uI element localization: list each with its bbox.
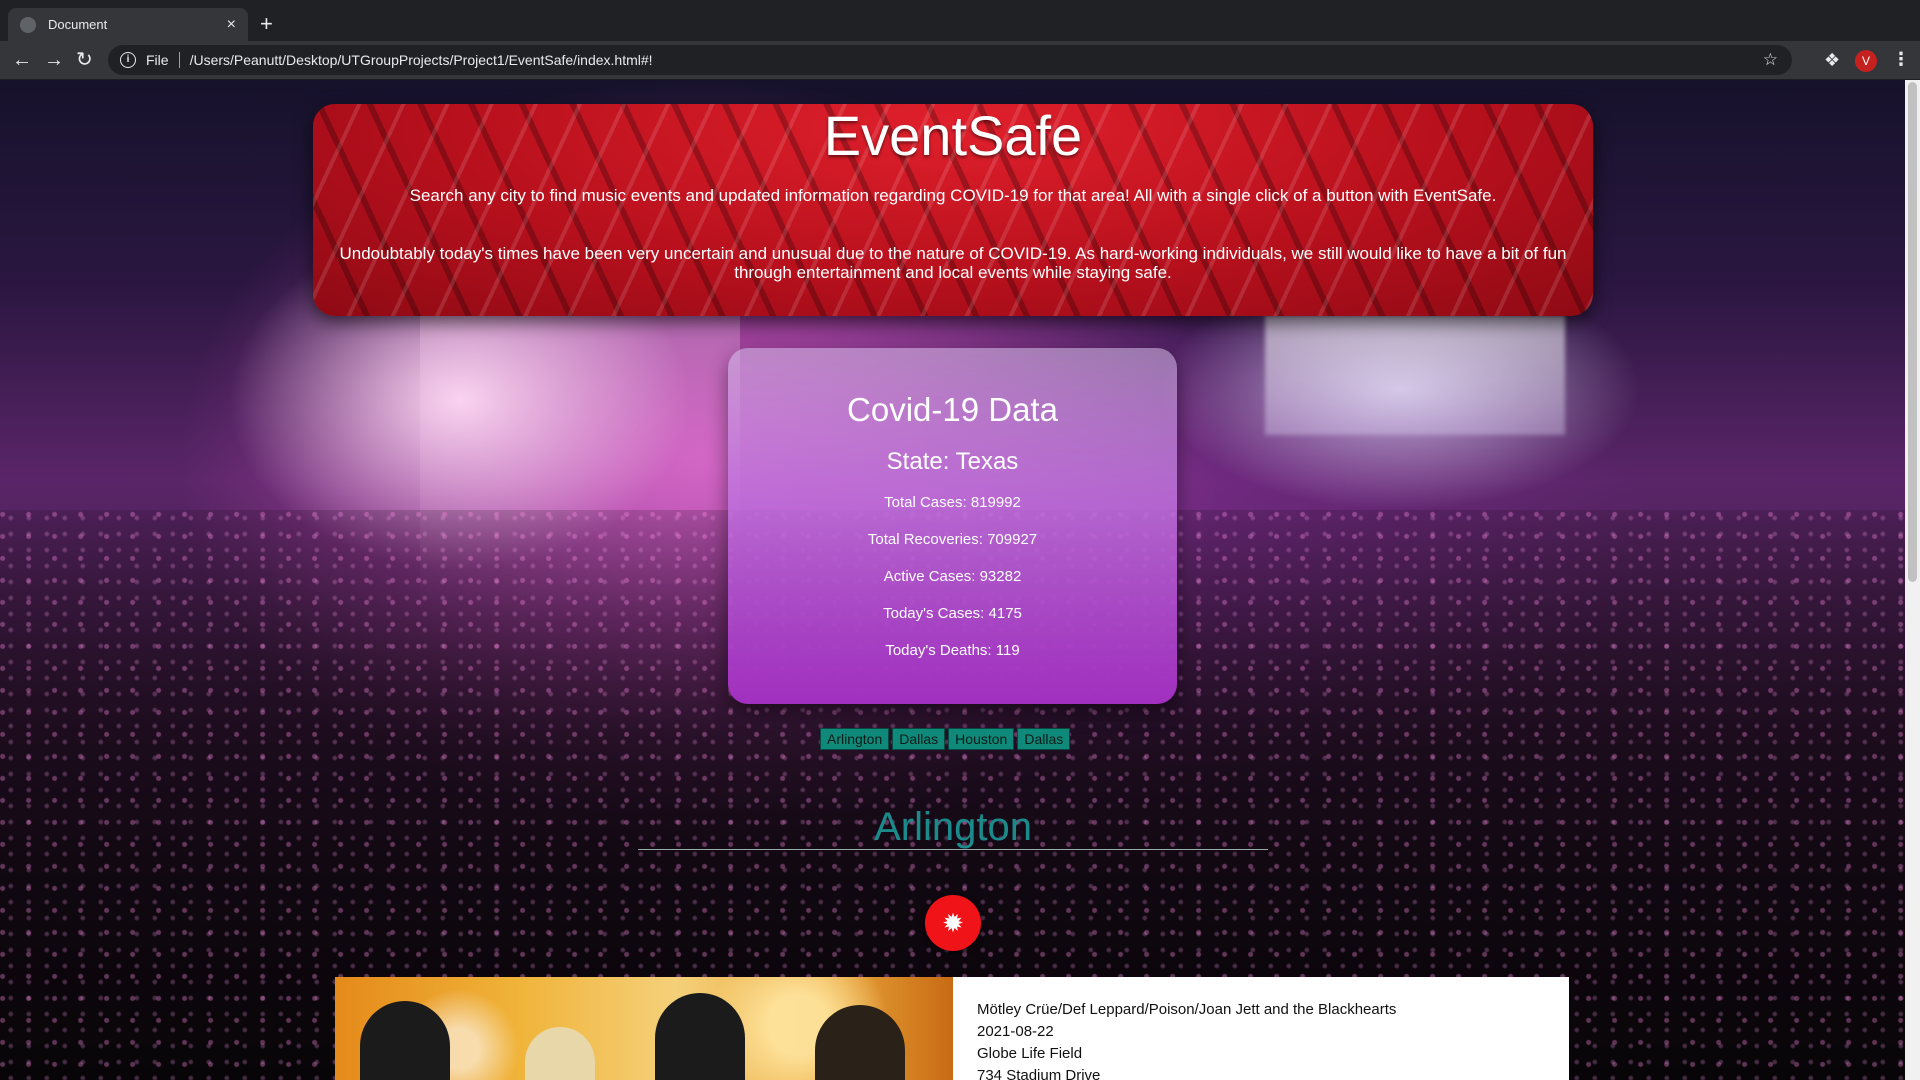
event-image-figure [525, 1027, 595, 1080]
todays-deaths: Today's Deaths: 119 [885, 642, 1020, 659]
globe-icon [20, 16, 36, 33]
city-button-arlington[interactable]: Arlington [820, 728, 890, 750]
event-address: 734 Stadium Drive [977, 1067, 1101, 1080]
scrollbar-thumb[interactable] [1908, 82, 1917, 582]
divider [178, 52, 180, 68]
event-info: Mötley Crüe/Def Leppard/Poison/Joan Jett… [977, 999, 1396, 1080]
menu-icon[interactable]: ⋮ [1892, 49, 1910, 70]
site-header: EventSafe Search any city to find music … [313, 104, 1593, 316]
url-text[interactable]: /Users/Peanutt/Desktop/UTGroupProjects/P… [190, 52, 653, 68]
reload-icon[interactable]: ↻ [76, 49, 93, 71]
back-icon[interactable]: ← [12, 49, 32, 71]
new-tab-button[interactable]: + [260, 12, 273, 36]
file-chip[interactable]: File [146, 52, 169, 68]
covid-heading: Covid-19 Data [847, 391, 1058, 428]
covid-data-card: Covid-19 Data State: Texas Total Cases: … [728, 348, 1177, 704]
city-heading: Arlington [874, 805, 1032, 849]
page-viewport: EventSafe Search any city to find music … [0, 80, 1905, 1080]
forward-icon[interactable]: → [44, 49, 64, 71]
site-intro: Undoubtably today's times have been very… [339, 244, 1567, 282]
event-image-figure [815, 1005, 905, 1080]
todays-cases: Today's Cases: 4175 [883, 605, 1022, 622]
active-cases: Active Cases: 93282 [883, 568, 1022, 585]
site-tagline: Search any city to find music events and… [409, 186, 1497, 205]
browser-tab[interactable]: Document × [8, 8, 248, 41]
page-scrollbar[interactable] [1905, 80, 1920, 1080]
city-button-dallas-2[interactable]: Dallas [1017, 728, 1071, 750]
total-recoveries: Total Recoveries: 709927 [867, 531, 1038, 548]
event-card: Mötley Crüe/Def Leppard/Poison/Joan Jett… [335, 977, 1569, 1080]
city-button-dallas[interactable]: Dallas [892, 728, 946, 750]
event-venue: Globe Life Field [977, 1045, 1083, 1062]
event-date: 2021-08-22 [977, 1023, 1054, 1040]
divider [638, 849, 1268, 850]
covid-state: State: Texas [886, 448, 1019, 475]
event-image [335, 977, 953, 1080]
browser-tab-strip: Document × + [0, 0, 1920, 41]
settings-burst-icon[interactable]: ✹ [925, 895, 981, 951]
extensions-icon[interactable]: ❖ [1824, 50, 1840, 71]
browser-toolbar: ← → ↻ i File /Users/Peanutt/Desktop/UTGr… [0, 41, 1920, 80]
tab-title: Document [48, 17, 108, 32]
star-icon[interactable]: ☆ [1763, 50, 1778, 70]
event-image-figure [360, 1001, 450, 1080]
site-title: EventSafe [823, 104, 1083, 167]
city-button-houston[interactable]: Houston [948, 728, 1015, 750]
info-icon[interactable]: i [120, 52, 136, 68]
address-bar[interactable]: i File /Users/Peanutt/Desktop/UTGroupPro… [108, 45, 1792, 75]
profile-avatar[interactable]: V [1855, 50, 1877, 72]
background-stage-screen [1265, 315, 1565, 435]
search-history-buttons: Arlington Dallas Houston Dallas [820, 728, 1071, 750]
event-name: Mötley Crüe/Def Leppard/Poison/Joan Jett… [977, 1001, 1397, 1018]
event-image-figure [655, 993, 745, 1080]
tab-close-icon[interactable]: × [227, 16, 236, 33]
total-cases: Total Cases: 819992 [884, 494, 1021, 511]
